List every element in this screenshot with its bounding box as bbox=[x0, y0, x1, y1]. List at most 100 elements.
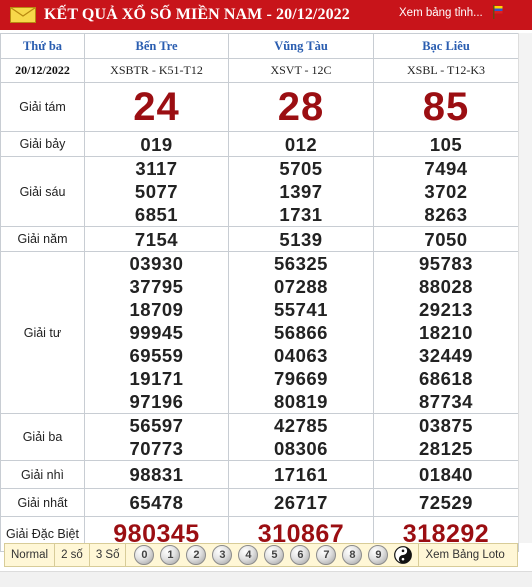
prize-number: 19171 bbox=[129, 368, 184, 389]
prize-cell: 03875 28125 bbox=[373, 413, 519, 461]
page-title: KẾT QUẢ XỔ SỐ MIỀN NAM - 20/12/2022 bbox=[44, 6, 350, 23]
prize-number: 07288 bbox=[274, 276, 328, 297]
digit-button-1[interactable]: 1 bbox=[160, 545, 181, 565]
prize-row-g6: Giải sáu 3117 5077 6851 5705 1397 1731 7… bbox=[0, 156, 519, 227]
province-header-row: Thứ ba Bến Tre Vũng Tàu Bạc Liêu bbox=[0, 33, 519, 59]
envelope-icon bbox=[10, 7, 36, 23]
prize-number: 42785 bbox=[274, 415, 328, 436]
view-loto-table-link[interactable]: Xem Bảng Loto bbox=[419, 549, 504, 561]
prize-number: 26717 bbox=[228, 488, 374, 517]
prize-number: 68618 bbox=[419, 368, 473, 389]
horizontal-scrollbar[interactable] bbox=[0, 571, 532, 587]
digit-button-5[interactable]: 5 bbox=[264, 545, 285, 565]
prize-number: 28125 bbox=[419, 438, 473, 459]
prize-number: 1397 bbox=[279, 181, 323, 202]
prize-number: 56597 bbox=[129, 415, 184, 436]
digit-button-0[interactable]: 0 bbox=[134, 545, 155, 565]
digit-button-9[interactable]: 9 bbox=[368, 545, 389, 565]
tab-2-digits[interactable]: 2 số bbox=[55, 544, 90, 566]
tab-normal[interactable]: Normal bbox=[5, 544, 56, 566]
prize-number: 32449 bbox=[419, 345, 473, 366]
prize-row-g2: Giải nhì 98831 17161 01840 bbox=[0, 460, 519, 489]
view-province-table-link[interactable]: Xem bảng tỉnh... bbox=[399, 7, 483, 19]
province-name[interactable]: Vũng Tàu bbox=[228, 33, 374, 59]
prize-label: Giải nhì bbox=[0, 460, 85, 489]
ticket-code: XSBTR - K51-T12 bbox=[84, 58, 229, 83]
prize-number: 18709 bbox=[129, 299, 184, 320]
prize-number: 70773 bbox=[129, 438, 184, 459]
prize-number: 1731 bbox=[279, 204, 323, 225]
prize-number: 72529 bbox=[373, 488, 519, 517]
prize-cell: 7494 3702 8263 bbox=[373, 156, 519, 227]
prize-number: 5077 bbox=[134, 181, 179, 202]
prize-number: 8263 bbox=[424, 204, 468, 225]
prize-cell: 56597 70773 bbox=[84, 413, 229, 461]
prize-number: 24 bbox=[84, 82, 229, 132]
prize-number: 88028 bbox=[419, 276, 473, 297]
prize-number: 37795 bbox=[129, 276, 184, 297]
prize-row-g1: Giải nhất 65478 26717 72529 bbox=[0, 488, 519, 517]
display-options-bar: Normal 2 số 3 Số 0 1 2 3 4 5 6 7 8 9 Xem… bbox=[4, 543, 518, 567]
ticket-code: XSVT - 12C bbox=[228, 58, 374, 83]
prize-number: 03930 bbox=[129, 253, 184, 274]
prize-row-g5: Giải năm 7154 5139 7050 bbox=[0, 226, 519, 252]
prize-number: 80819 bbox=[274, 391, 328, 412]
prize-number: 85 bbox=[373, 82, 519, 132]
prize-number: 56325 bbox=[274, 253, 328, 274]
prize-label: Giải sáu bbox=[0, 156, 85, 227]
digit-button-2[interactable]: 2 bbox=[186, 545, 207, 565]
prize-row-g8: Giải tám 24 28 85 bbox=[0, 82, 519, 132]
prize-number: 69559 bbox=[129, 345, 184, 366]
prize-number: 65478 bbox=[84, 488, 229, 517]
digit-button-7[interactable]: 7 bbox=[316, 545, 337, 565]
prize-number: 7154 bbox=[84, 226, 229, 252]
prize-number: 7494 bbox=[424, 158, 468, 179]
prize-number: 97196 bbox=[129, 391, 184, 412]
prize-number: 87734 bbox=[419, 391, 473, 412]
prize-number: 55741 bbox=[274, 299, 328, 320]
province-name[interactable]: Bến Tre bbox=[84, 33, 229, 59]
prize-number: 98831 bbox=[84, 460, 229, 489]
yin-yang-icon[interactable] bbox=[394, 546, 413, 564]
prize-label: Giải bảy bbox=[0, 131, 85, 157]
prize-label: Giải tư bbox=[0, 251, 85, 414]
prize-number: 019 bbox=[84, 131, 229, 157]
flag-icon bbox=[492, 5, 504, 19]
prize-row-g4: Giải tư 03930 37795 18709 99945 69559 19… bbox=[0, 251, 519, 414]
prize-cell: 56325 07288 55741 56866 04063 79669 8081… bbox=[228, 251, 374, 414]
draw-date: 20/12/2022 bbox=[0, 58, 85, 83]
prize-cell: 03930 37795 18709 99945 69559 19171 9719… bbox=[84, 251, 229, 414]
prize-row-g3: Giải ba 56597 70773 42785 08306 03875 28… bbox=[0, 413, 519, 461]
vertical-scrollbar[interactable] bbox=[518, 33, 532, 543]
digit-button-3[interactable]: 3 bbox=[212, 545, 233, 565]
prize-number: 105 bbox=[373, 131, 519, 157]
prize-label: Giải ba bbox=[0, 413, 85, 461]
prize-number: 03875 bbox=[419, 415, 473, 436]
ticket-code-row: 20/12/2022 XSBTR - K51-T12 XSVT - 12C XS… bbox=[0, 58, 519, 83]
prize-number: 28 bbox=[228, 82, 374, 132]
digit-button-4[interactable]: 4 bbox=[238, 545, 259, 565]
prize-number: 08306 bbox=[274, 438, 328, 459]
prize-number: 3117 bbox=[135, 158, 178, 179]
prize-cell: 5705 1397 1731 bbox=[228, 156, 374, 227]
digit-button-8[interactable]: 8 bbox=[342, 545, 363, 565]
prize-number: 79669 bbox=[274, 368, 328, 389]
prize-number: 18210 bbox=[419, 322, 473, 343]
tab-3-digits[interactable]: 3 Số bbox=[90, 544, 127, 566]
prize-number: 56866 bbox=[274, 322, 328, 343]
prize-number: 99945 bbox=[129, 322, 184, 343]
digit-button-6[interactable]: 6 bbox=[290, 545, 311, 565]
prize-number: 6851 bbox=[134, 204, 179, 225]
prize-number: 29213 bbox=[419, 299, 473, 320]
prize-number: 5139 bbox=[228, 226, 374, 252]
prize-number: 5705 bbox=[279, 158, 323, 179]
results-table: Thứ ba Bến Tre Vũng Tàu Bạc Liêu 20/12/2… bbox=[0, 33, 519, 552]
province-name[interactable]: Bạc Liêu bbox=[373, 33, 519, 59]
prize-row-g7: Giải bảy 019 012 105 bbox=[0, 131, 519, 157]
prize-cell: 42785 08306 bbox=[228, 413, 374, 461]
digit-filter: 0 1 2 3 4 5 6 7 8 9 bbox=[126, 544, 420, 566]
prize-cell: 3117 5077 6851 bbox=[84, 156, 229, 227]
prize-number: 01840 bbox=[373, 460, 519, 489]
weekday-label: Thứ ba bbox=[0, 33, 85, 59]
prize-number: 17161 bbox=[228, 460, 374, 489]
